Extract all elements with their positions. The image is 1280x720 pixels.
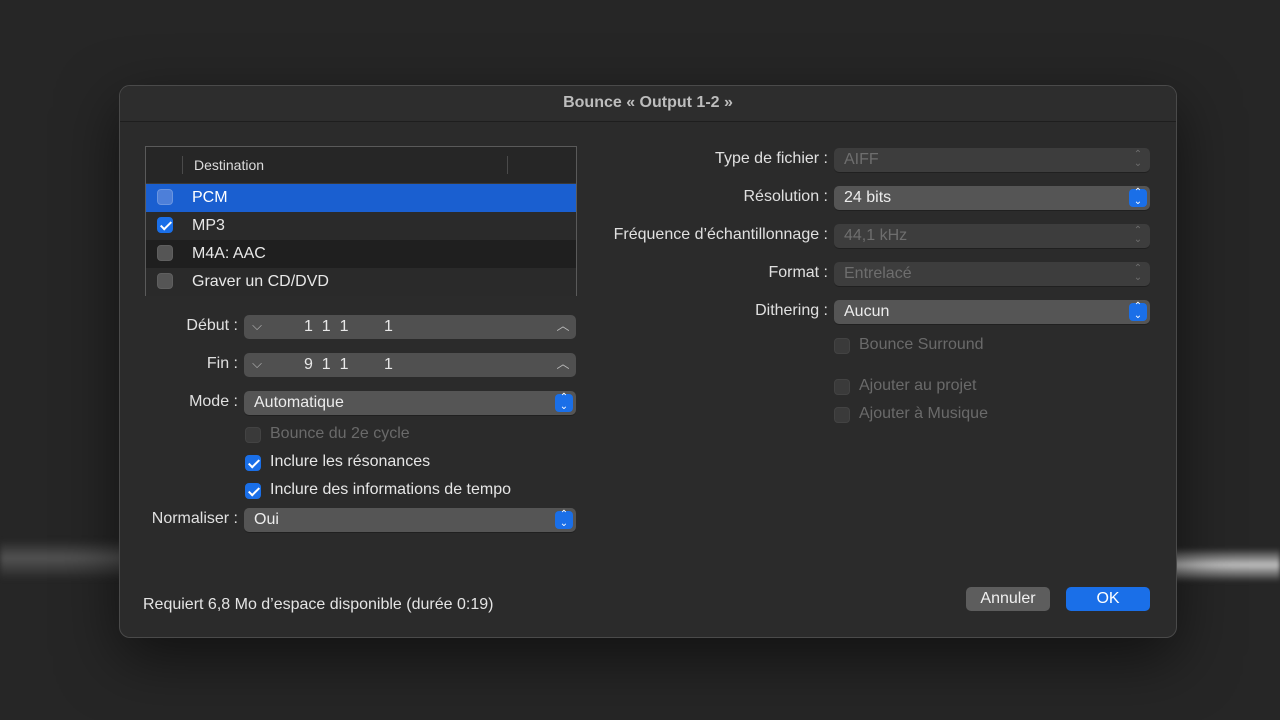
mode-label: Mode : — [189, 393, 238, 410]
resolution-popup[interactable]: 24 bits ⌃ ⌄ — [834, 186, 1150, 210]
type-fichier-value: AIFF — [844, 151, 879, 168]
cd-dvd-checkbox[interactable] — [157, 273, 173, 289]
debut-stepper[interactable]: ⌵ 1 1 1 1 ︿ — [244, 315, 576, 339]
type-fichier-popup: AIFF ⌃ ⌄ — [834, 148, 1150, 172]
destination-row-mp3[interactable]: MP3 — [146, 212, 576, 240]
inclure-resonances-checkbox[interactable] — [245, 455, 261, 471]
space-required-status: Requiert 6,8 Mo d’espace disponible (dur… — [143, 596, 494, 613]
mode-value: Automatique — [254, 394, 344, 411]
bounce-surround-label: Bounce Surround — [859, 336, 984, 353]
bounce-surround-checkbox — [834, 338, 850, 354]
destination-row-pcm[interactable]: PCM — [146, 184, 576, 212]
ajouter-projet-checkbox — [834, 379, 850, 395]
fin-value[interactable]: 9 1 1 1 — [304, 356, 393, 374]
updown-arrows-icon: ⌃ ⌄ — [555, 393, 573, 412]
destination-table-header: Destination — [146, 147, 576, 184]
debut-value[interactable]: 1 1 1 1 — [304, 318, 393, 336]
fin-stepper[interactable]: ⌵ 9 1 1 1 ︿ — [244, 353, 576, 377]
pcm-checkbox[interactable] — [157, 189, 173, 205]
inclure-resonances-label: Inclure les résonances — [270, 453, 431, 470]
resolution-label: Résolution : — [743, 188, 829, 205]
chevron-down-icon[interactable]: ⌵ — [248, 317, 266, 335]
cancel-button[interactable]: Annuler — [966, 587, 1050, 611]
dithering-value: Aucun — [844, 303, 890, 320]
bounce-dialog: Bounce « Output 1-2 » Destination PCM MP… — [119, 85, 1177, 638]
normaliser-label: Normaliser : — [151, 510, 238, 527]
destination-row-label: MP3 — [192, 217, 225, 234]
dithering-label: Dithering : — [755, 302, 828, 319]
updown-arrows-icon: ⌃ ⌄ — [1129, 302, 1147, 321]
ajouter-musique-checkbox — [834, 407, 850, 423]
bounce-cycle-checkbox[interactable] — [245, 427, 261, 443]
chevron-up-icon[interactable]: ︿ — [554, 355, 572, 373]
updown-arrows-icon: ⌃ ⌄ — [555, 510, 573, 529]
background-streak-right — [1170, 548, 1280, 582]
updown-arrows-icon: ⌃ ⌄ — [1133, 225, 1143, 245]
updown-arrows-icon: ⌃ ⌄ — [1133, 149, 1143, 169]
destination-column-header[interactable]: Destination — [194, 157, 264, 173]
bounce-cycle-label: Bounce du 2e cycle — [270, 425, 410, 442]
chevron-down-icon[interactable]: ⌵ — [248, 355, 266, 373]
dialog-title: Bounce « Output 1-2 » — [120, 86, 1176, 122]
debut-label: Début : — [186, 317, 238, 334]
destination-row-label: Graver un CD/DVD — [192, 273, 329, 290]
frequence-value: 44,1 kHz — [844, 227, 908, 244]
destination-row-label: M4A: AAC — [192, 245, 266, 262]
updown-arrows-icon: ⌃ ⌄ — [1133, 263, 1143, 283]
fin-label: Fin : — [206, 355, 238, 372]
destination-table: Destination PCM MP3 M4A: AAC Graver un C… — [145, 146, 577, 296]
normaliser-popup[interactable]: Oui ⌃ ⌄ — [244, 508, 576, 532]
ajouter-projet-label: Ajouter au projet — [859, 377, 977, 394]
header-divider — [182, 156, 183, 174]
format-label: Format : — [768, 264, 828, 281]
m4a-checkbox[interactable] — [157, 245, 173, 261]
format-popup: Entrelacé ⌃ ⌄ — [834, 262, 1150, 286]
mp3-checkbox[interactable] — [157, 217, 173, 233]
ajouter-musique-label: Ajouter à Musique — [859, 405, 988, 422]
destination-row-label: PCM — [192, 189, 228, 206]
dithering-popup[interactable]: Aucun ⌃ ⌄ — [834, 300, 1150, 324]
type-fichier-label: Type de fichier : — [715, 150, 828, 167]
destination-row-m4a[interactable]: M4A: AAC — [146, 240, 576, 268]
mode-popup[interactable]: Automatique ⌃ ⌄ — [244, 391, 576, 415]
inclure-tempo-checkbox[interactable] — [245, 483, 261, 499]
frequence-label: Fréquence d’échantillonnage : — [613, 226, 828, 243]
ok-button[interactable]: OK — [1066, 587, 1150, 611]
header-divider — [507, 156, 508, 174]
format-value: Entrelacé — [844, 265, 912, 282]
updown-arrows-icon: ⌃ ⌄ — [1129, 188, 1147, 207]
normaliser-value: Oui — [254, 511, 279, 528]
destination-row-cd-dvd[interactable]: Graver un CD/DVD — [146, 268, 576, 296]
resolution-value: 24 bits — [844, 189, 892, 206]
frequence-popup: 44,1 kHz ⌃ ⌄ — [834, 224, 1150, 248]
inclure-tempo-label: Inclure des informations de tempo — [270, 481, 512, 498]
